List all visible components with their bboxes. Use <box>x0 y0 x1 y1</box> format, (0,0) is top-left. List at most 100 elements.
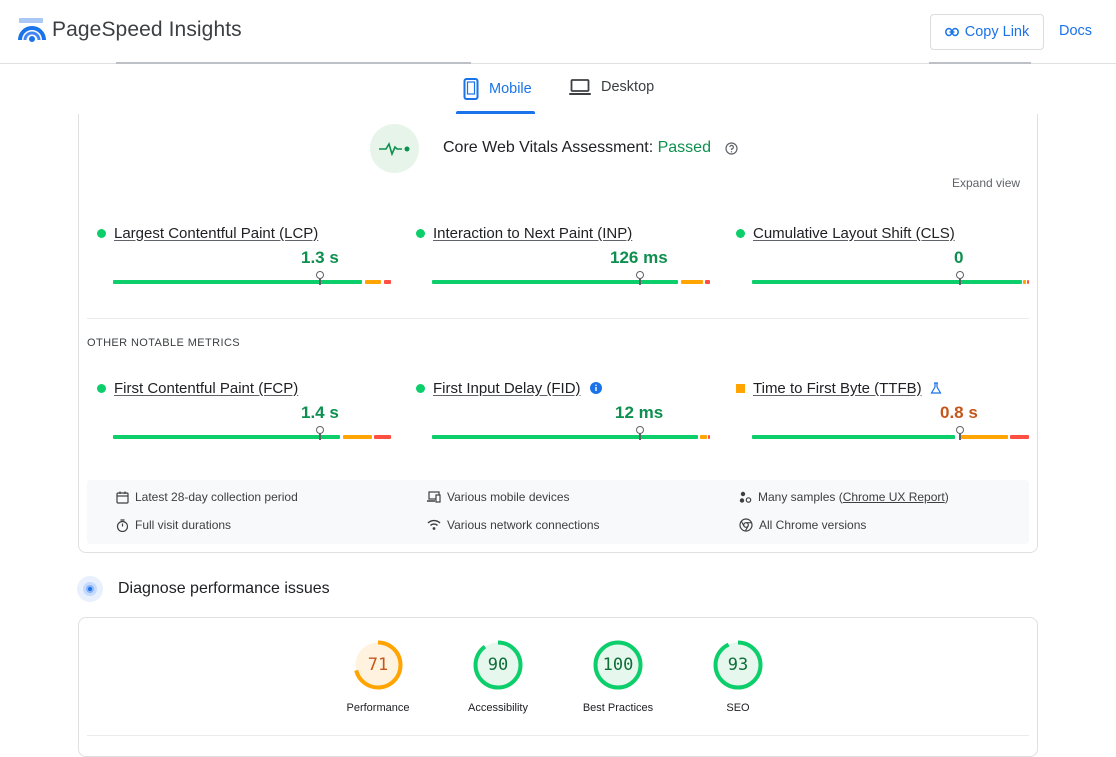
metric-ttfb: Time to First Byte (TTFB) 0.8 s <box>736 379 1029 440</box>
pagespeed-logo-icon <box>18 18 46 42</box>
other-metrics-heading: OTHER NOTABLE METRICS <box>87 337 241 349</box>
metric-name-fcp[interactable]: First Contentful Paint (FCP) <box>114 380 298 397</box>
percentile-marker-icon <box>956 271 964 285</box>
device-tabs: Mobile Desktop <box>0 64 1116 114</box>
distribution-bar-fid <box>432 426 710 440</box>
score-label: Best Practices <box>582 702 654 714</box>
app-title: PageSpeed Insights <box>52 18 242 41</box>
collection-period: Latest 28-day collection period <box>116 490 298 504</box>
score-gauge: 100 <box>593 640 643 690</box>
score-value: 93 <box>727 655 749 675</box>
scrolled-content-fragment <box>116 56 476 64</box>
percentile-marker-icon <box>956 426 964 440</box>
scrolled-text-fragment-icon <box>929 62 1031 64</box>
score-gauge: 71 <box>353 640 403 690</box>
metric-inp: Interaction to Next Paint (INP) 126 ms <box>416 224 710 285</box>
diagnose-section-title: Diagnose performance issues <box>118 580 330 597</box>
lighthouse-icon <box>77 576 103 602</box>
visit-durations-info: Full visit durations <box>116 518 231 532</box>
score-gauge: 90 <box>473 640 523 690</box>
tab-desktop[interactable]: Desktop <box>569 78 654 96</box>
samples-suffix: ) <box>944 490 949 504</box>
smartphone-icon <box>463 78 479 100</box>
score-seo[interactable]: 93 SEO <box>688 640 788 714</box>
score-accessibility[interactable]: 90 Accessibility <box>448 640 548 714</box>
tab-mobile[interactable]: Mobile <box>463 78 532 100</box>
devices-icon <box>427 491 441 503</box>
good-status-dot-icon <box>97 228 106 238</box>
metric-name-lcp[interactable]: Largest Contentful Paint (LCP) <box>114 225 318 242</box>
chrome-versions-info: All Chrome versions <box>739 518 866 532</box>
lab-flask-icon[interactable] <box>930 382 942 394</box>
metric-value-lcp: 1.3 s <box>301 248 339 267</box>
distribution-bar-lcp <box>113 271 391 285</box>
cwv-assessment-title: Core Web Vitals Assessment: Passed <box>443 139 711 157</box>
scrolled-content-fragment-right <box>929 56 1033 64</box>
copy-link-button[interactable]: Copy Link <box>930 14 1044 50</box>
score-best-practices[interactable]: 100 Best Practices <box>568 640 668 714</box>
help-icon[interactable] <box>725 142 738 155</box>
docs-link[interactable]: Docs <box>1059 23 1092 39</box>
top-bar: PageSpeed Insights Copy Link Docs <box>0 0 1116 64</box>
devices-info: Various mobile devices <box>427 490 570 504</box>
link-icon <box>944 27 959 37</box>
metric-name-ttfb[interactable]: Time to First Byte (TTFB) <box>753 380 922 397</box>
tab-mobile-label: Mobile <box>489 81 532 97</box>
brand[interactable]: PageSpeed Insights <box>18 16 242 44</box>
info-icon[interactable] <box>589 382 602 394</box>
chrome-versions-label: All Chrome versions <box>759 518 867 532</box>
score-gauge: 93 <box>713 640 763 690</box>
samples-icon <box>739 491 752 503</box>
distribution-bar-fcp <box>113 426 391 440</box>
distribution-bar-inp <box>432 271 710 285</box>
metric-value-fcp: 1.4 s <box>301 403 339 422</box>
expand-view-link[interactable]: Expand view <box>952 176 1020 190</box>
score-label: SEO <box>726 702 750 714</box>
good-status-dot-icon <box>97 383 106 393</box>
calendar-icon <box>116 491 129 504</box>
metric-name-fid[interactable]: First Input Delay (FID) <box>433 380 581 397</box>
metric-name-inp[interactable]: Interaction to Next Paint (INP) <box>433 225 632 242</box>
metric-cls: Cumulative Layout Shift (CLS) 0 <box>736 224 1029 285</box>
score-value: 100 <box>602 655 634 675</box>
metric-value-inp: 126 ms <box>610 248 668 267</box>
copy-link-label: Copy Link <box>964 24 1030 40</box>
tab-desktop-label: Desktop <box>601 79 655 95</box>
network-info: Various network connections <box>427 518 600 532</box>
chrome-ux-report-link[interactable]: Chrome UX Report <box>843 490 945 504</box>
section-divider <box>87 318 1029 319</box>
score-value: 71 <box>367 655 389 675</box>
scrolled-text-fragment-icon <box>116 62 471 64</box>
score-label: Performance <box>346 702 410 714</box>
score-performance[interactable]: 71 Performance <box>328 640 428 714</box>
metric-value-ttfb: 0.8 s <box>940 403 978 422</box>
collection-period-label: Latest 28-day collection period <box>135 490 298 504</box>
samples-prefix: Many samples ( <box>758 490 843 504</box>
lab-scores-card <box>78 617 1038 757</box>
percentile-marker-icon <box>316 426 324 440</box>
visit-durations-label: Full visit durations <box>135 518 232 532</box>
network-label: Various network connections <box>447 518 600 532</box>
metric-lcp: Largest Contentful Paint (LCP) 1.3 s <box>97 224 391 285</box>
devices-label: Various mobile devices <box>447 490 570 504</box>
metric-value-fid: 12 ms <box>615 403 664 422</box>
good-status-dot-icon <box>416 228 425 238</box>
vitals-pulse-icon <box>370 124 419 173</box>
laptop-icon <box>569 79 591 95</box>
metric-fcp: First Contentful Paint (FCP) 1.4 s <box>97 379 391 440</box>
distribution-bar-cls <box>752 271 1030 285</box>
score-label: Accessibility <box>468 702 528 714</box>
stopwatch-icon <box>116 518 129 532</box>
chrome-icon <box>739 518 753 532</box>
metric-fid: First Input Delay (FID) 12 ms <box>416 379 710 440</box>
cwv-assessment-label: Core Web Vitals Assessment: <box>443 139 658 156</box>
good-status-dot-icon <box>416 383 425 393</box>
percentile-marker-icon <box>636 271 644 285</box>
wifi-icon <box>427 519 441 530</box>
good-status-dot-icon <box>736 228 745 238</box>
cwv-assessment-status: Passed <box>657 139 711 156</box>
metric-name-cls[interactable]: Cumulative Layout Shift (CLS) <box>753 225 955 242</box>
needs-improvement-square-icon <box>736 383 745 393</box>
scores-divider <box>87 735 1029 736</box>
samples-info: Many samples (Chrome UX Report) <box>739 490 949 504</box>
